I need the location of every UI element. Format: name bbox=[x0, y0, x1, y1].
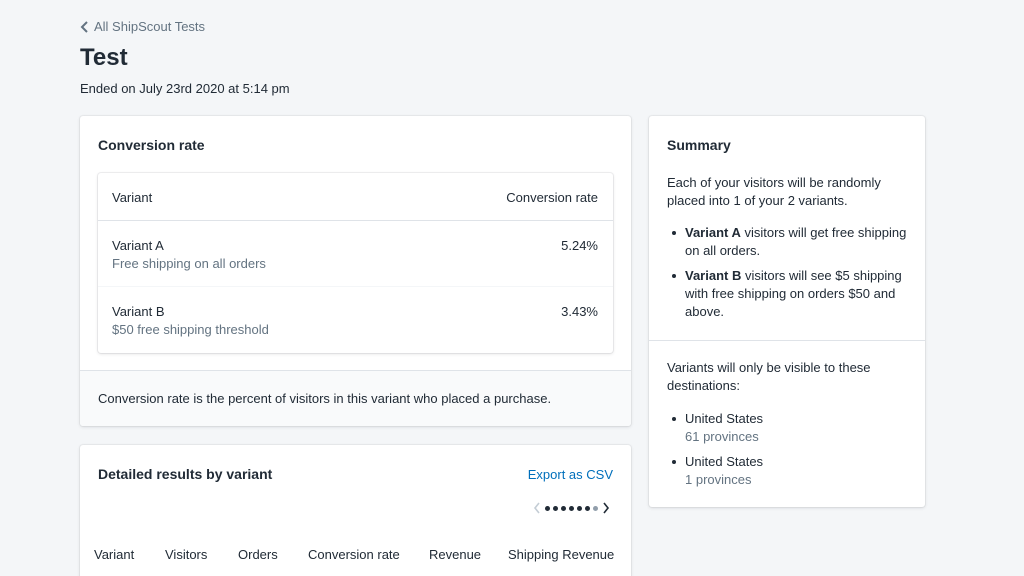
detailed-results-card: Detailed results by variant Export as CS… bbox=[80, 445, 631, 576]
variant-name: Variant B bbox=[112, 304, 165, 319]
destination-detail: 1 provinces bbox=[685, 472, 752, 487]
list-item: Variant B visitors will see $5 shipping … bbox=[667, 267, 912, 321]
destination-country: United States bbox=[685, 411, 764, 426]
variant-description: $50 free shipping threshold bbox=[112, 322, 269, 337]
variant-rate: 3.43% bbox=[561, 304, 598, 319]
chevron-left-icon bbox=[80, 20, 88, 33]
column-header-shipping-revenue: Shipping Revenue bbox=[508, 547, 615, 562]
table-row: Variant B $50 free shipping threshold 3.… bbox=[98, 287, 613, 353]
column-header-variant: Variant bbox=[94, 547, 135, 562]
page-subtitle: Ended on July 23rd 2020 at 5:14 pm bbox=[80, 81, 290, 96]
summary-title: Summary bbox=[667, 137, 731, 153]
detailed-results-title: Detailed results by variant bbox=[98, 466, 273, 482]
pager-dot bbox=[553, 505, 558, 511]
column-header-revenue: Revenue bbox=[429, 547, 482, 562]
pager-dot bbox=[593, 505, 598, 511]
variant-label: Variant B bbox=[685, 268, 742, 283]
page-title: Test bbox=[80, 44, 128, 71]
list-item: United States 61 provinces bbox=[667, 410, 912, 446]
pager-dot bbox=[561, 505, 566, 511]
conversion-rate-card: Conversion rate Variant Conversion rate … bbox=[80, 116, 631, 426]
summary-intro: Each of your visitors will be randomly p… bbox=[667, 175, 881, 208]
destination-list: United States 61 provinces United States 1… bbox=[667, 410, 912, 496]
variant-description-list: Variant A visitors will get free shippin… bbox=[667, 224, 912, 328]
conversion-table: Variant Conversion rate Variant A Free s… bbox=[98, 173, 613, 353]
divider bbox=[649, 340, 925, 341]
variant-description: Free shipping on all orders bbox=[112, 256, 266, 271]
table-header: Variant Conversion rate bbox=[98, 173, 613, 221]
list-item: Variant A visitors will get free shippin… bbox=[667, 224, 912, 260]
column-header-conversion-rate: Conversion rate bbox=[506, 190, 598, 205]
table-row: Variant A Free shipping on all orders 5.… bbox=[98, 221, 613, 287]
pager-dot bbox=[545, 505, 550, 511]
column-pager bbox=[532, 501, 611, 515]
destination-detail: 61 provinces bbox=[685, 429, 759, 444]
variant-name: Variant A bbox=[112, 238, 164, 253]
destination-country: United States bbox=[685, 454, 764, 469]
pager-dot bbox=[569, 505, 574, 511]
pager-dot bbox=[585, 505, 590, 511]
column-header-visitors: Visitors bbox=[165, 547, 208, 562]
export-csv-link[interactable]: Export as CSV bbox=[528, 467, 613, 482]
back-link[interactable]: All ShipScout Tests bbox=[80, 19, 205, 34]
conversion-card-footer: Conversion rate is the percent of visito… bbox=[80, 370, 631, 426]
destinations-intro: Variants will only be visible to these d… bbox=[667, 360, 871, 393]
conversion-card-title: Conversion rate bbox=[98, 137, 205, 153]
column-header-conversion-rate: Conversion rate bbox=[308, 547, 400, 562]
chevron-left-icon[interactable] bbox=[532, 501, 542, 515]
back-link-label: All ShipScout Tests bbox=[94, 19, 206, 34]
conversion-footnote: Conversion rate is the percent of visito… bbox=[98, 391, 552, 406]
chevron-right-icon[interactable] bbox=[601, 501, 611, 515]
summary-card: Summary Each of your visitors will be ra… bbox=[649, 116, 925, 507]
column-header-variant: Variant bbox=[112, 190, 153, 205]
column-header-orders: Orders bbox=[238, 547, 278, 562]
pager-dot bbox=[577, 505, 582, 511]
pager-dots bbox=[545, 505, 598, 511]
variant-label: Variant A bbox=[685, 225, 741, 240]
results-table-header: Variant Visitors Orders Conversion rate … bbox=[80, 547, 631, 567]
variant-rate: 5.24% bbox=[561, 238, 598, 253]
list-item: United States 1 provinces bbox=[667, 453, 912, 489]
